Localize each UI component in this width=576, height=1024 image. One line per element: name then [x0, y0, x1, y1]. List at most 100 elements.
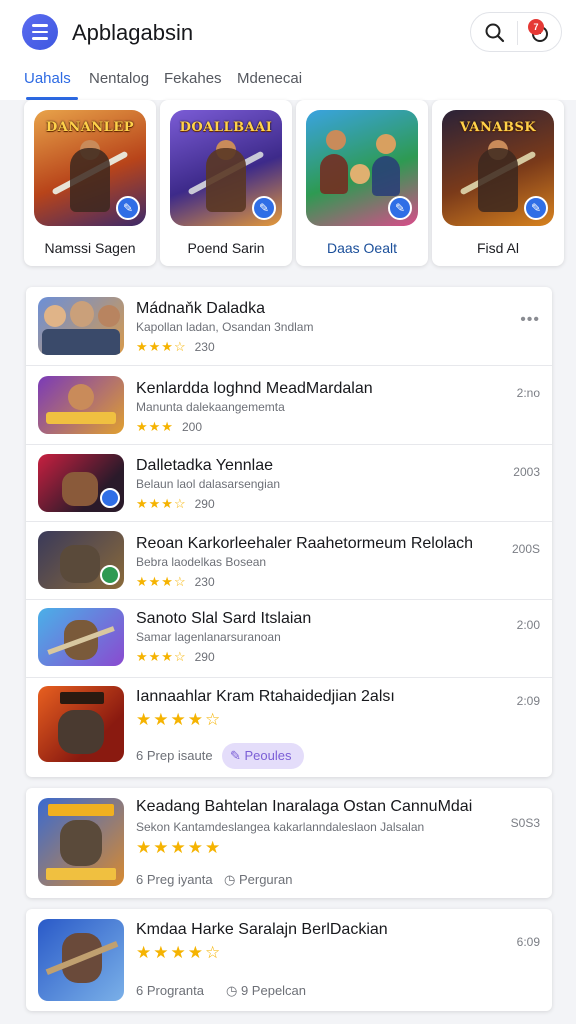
game-thumbnail — [38, 297, 124, 355]
rating-stars: ★★★☆ 230 — [136, 339, 215, 355]
art-hero — [372, 156, 400, 196]
game-title: Keadang Bahtelan Inaralaga Ostan CannuMd… — [136, 798, 473, 815]
search-icon[interactable] — [483, 21, 507, 45]
game-title: Kmdaa Harke Saralajn BerlDackian — [136, 921, 388, 938]
stars: ★★★☆ — [136, 649, 187, 664]
game-card[interactable]: Keadang Bahtelan Inaralaga Ostan CannuMd… — [26, 788, 552, 898]
time-label: 6:09 — [516, 935, 540, 949]
art-hero-head — [376, 134, 396, 154]
tab-mdenecai[interactable]: Mdenecai — [237, 70, 302, 87]
menu-icon-line — [32, 24, 48, 27]
rating-stars: ★★★ 200 — [136, 419, 202, 435]
menu-icon-line — [32, 30, 48, 34]
app-title: Apblagabsin — [72, 20, 194, 45]
rating-stars: ★★★☆ 290 — [136, 649, 215, 665]
actions-divider — [517, 21, 518, 45]
game-subtitle: Belaun laol dalasarsengian — [136, 477, 281, 491]
game-thumbnail — [38, 798, 124, 886]
app-header: Apblagabsin 7 — [0, 0, 576, 64]
list-item[interactable]: Iannaahlar Kram Rtahaidedjian 2alsı ★★★★… — [26, 678, 552, 777]
time-label: 2:no — [516, 386, 540, 400]
tag-icon: ✎ — [230, 748, 245, 763]
featured-card[interactable]: DANANLEP ✎ Namssi Sagen — [24, 100, 156, 266]
clock-icon: ◷ — [226, 983, 241, 998]
menu-button[interactable] — [22, 14, 58, 50]
art-hero-head — [350, 164, 370, 184]
game-card[interactable]: Kmdaa Harke Saralajn BerlDackian ★★★★☆ 6… — [26, 909, 552, 1011]
featured-name: Poend Sarin — [187, 240, 265, 256]
list-item[interactable]: Reoan Karkorleehaler Raahetormeum Relola… — [26, 522, 552, 599]
list-item[interactable]: Mádnaňk Daladka Kapollan ladan, Osandan … — [26, 287, 552, 365]
featured-card[interactable]: ✎ Daas Oealt — [296, 100, 428, 266]
game-subtitle: Sekon Kantamdeslangea kakarlanndaleslaon… — [136, 820, 425, 834]
game-thumbnail — [38, 919, 124, 1001]
featured-card[interactable]: VANABSK ✎ Fisd Al — [432, 100, 564, 266]
time-label: 2003 — [513, 465, 540, 479]
header-actions: 7 — [470, 12, 562, 52]
game-title: Reoan Karkorleehaler Raahetormeum Relola… — [136, 535, 474, 552]
rating-stars: ★★★☆ 230 — [136, 574, 215, 590]
game-title: Kenlardda loghnd MeadMardalan — [136, 380, 373, 397]
art-logo-text: DOALLBAAI — [179, 120, 273, 135]
review-count: 230 — [194, 340, 215, 354]
list-item[interactable]: Sanoto Slal Sard Itslaian Samar lagenlan… — [26, 600, 552, 677]
stars: ★★★ — [136, 419, 174, 434]
players-meta: 6 Preg iyanta — [136, 872, 213, 887]
notification-button[interactable]: 7 — [528, 19, 552, 45]
genre-meta: ◷ 9 Pepelcan — [226, 983, 306, 999]
play-badge-icon: ✎ — [116, 196, 140, 220]
rating-stars: ★★★★☆ — [136, 710, 223, 729]
list-item[interactable]: Dalletadka Yennlae Belaun laol dalasarse… — [26, 445, 552, 521]
review-count: 200 — [181, 420, 202, 434]
game-art: DANANLEP ✎ — [34, 110, 146, 226]
popular-chip[interactable]: ✎ Peoules — [222, 743, 304, 769]
game-thumbnail — [38, 376, 124, 434]
notification-badge: 7 — [528, 19, 544, 35]
review-count: 290 — [194, 497, 215, 511]
art-hero-head — [326, 130, 346, 150]
game-thumbnail — [38, 608, 124, 666]
tab-uahals[interactable]: Uahals — [24, 70, 71, 87]
time-label: 2:09 — [516, 694, 540, 708]
play-badge-icon: ✎ — [388, 196, 412, 220]
art-hero — [320, 154, 348, 194]
art-logo-text: DANANLEP — [45, 120, 135, 135]
featured-card[interactable]: DOALLBAAI ✎ Poend Sarin — [160, 100, 292, 266]
game-art: ✎ — [306, 110, 418, 226]
time-label: 2:00 — [516, 618, 540, 632]
play-badge-icon: ✎ — [252, 196, 276, 220]
players-meta: 6 Prep isaute — [136, 748, 213, 763]
game-title: Iannaahlar Kram Rtahaidedjian 2alsı — [136, 688, 395, 705]
rating-stars: ★★★☆ 290 — [136, 496, 215, 512]
tab-fekahes[interactable]: Fekahes — [164, 70, 222, 87]
genre-meta: ◷ Perguran — [224, 872, 292, 888]
time-label: S0S3 — [510, 816, 540, 830]
more-options-icon[interactable]: ••• — [520, 311, 540, 329]
game-art: VANABSK ✎ — [442, 110, 554, 226]
game-art: DOALLBAAI ✎ — [170, 110, 282, 226]
genre-label: 9 Pepelcan — [240, 983, 307, 998]
featured-name: Namssi Sagen — [44, 240, 136, 256]
game-subtitle: Kapollan ladan, Osandan 3ndlam — [136, 320, 314, 334]
list-item[interactable]: Kenlardda loghnd MeadMardalan Manunta da… — [26, 366, 552, 444]
game-list: Mádnaňk Daladka Kapollan ladan, Osandan … — [26, 287, 552, 777]
time-label: 200S — [511, 542, 540, 556]
tab-bar: Uahals Nentalog Fekahes Mdenecai — [0, 64, 576, 100]
tab-nentalog[interactable]: Nentalog — [89, 70, 149, 87]
chip-label: Peoules — [244, 748, 292, 763]
stars: ★★★☆ — [136, 496, 187, 511]
review-count: 290 — [194, 650, 215, 664]
game-subtitle: Bebra laodelkas Bosean — [136, 555, 267, 569]
art-hero — [206, 148, 246, 212]
genre-label: Perguran — [238, 872, 293, 887]
featured-name: Fisd Al — [476, 240, 519, 256]
play-badge-icon: ✎ — [524, 196, 548, 220]
rating-stars: ★★★★☆ — [136, 943, 223, 962]
game-title: Mádnaňk Daladka — [136, 300, 265, 317]
game-thumbnail — [38, 686, 124, 762]
art-hero — [478, 148, 518, 212]
featured-name: Daas Oealt — [326, 240, 398, 256]
art-hero — [70, 148, 110, 212]
review-count: 230 — [194, 575, 215, 589]
game-title: Dalletadka Yennlae — [136, 457, 274, 474]
